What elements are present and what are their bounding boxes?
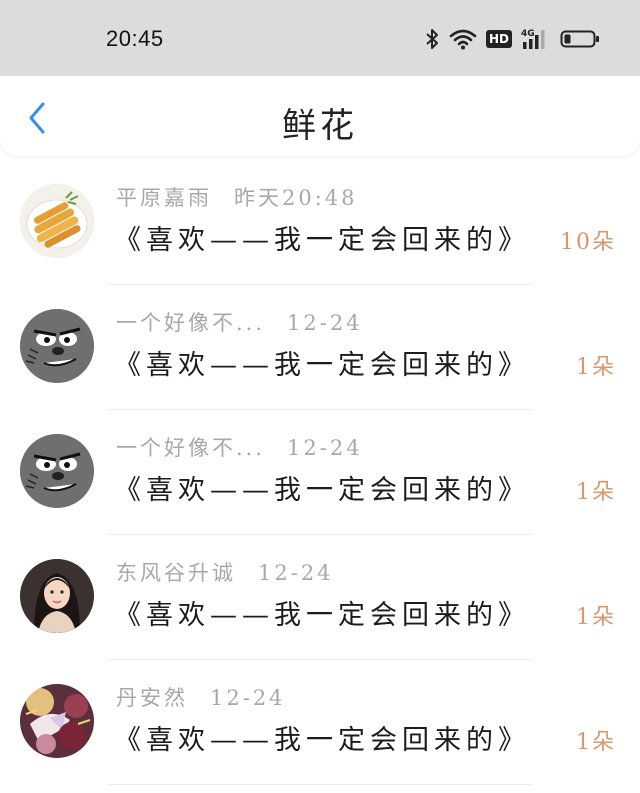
status-icons: HD 4G [424,24,600,54]
item-meta: 平原嘉雨 昨天20:48 [116,182,358,212]
list-item[interactable]: 一个好像不... 12-24 《喜欢——我一定会回来的》 1朵 [0,285,640,410]
page-title: 鲜花 [282,106,358,146]
sender-name: 一个好像不... [116,311,266,335]
sent-date: 12-24 [287,311,363,335]
message-text: 《喜欢——我一定会回来的》 [114,350,530,381]
cellular-signal-icon: 4G [521,27,551,51]
message-text: 《喜欢——我一定会回来的》 [114,600,530,631]
list-item[interactable]: 丹安然 12-24 《喜欢——我一定会回来的》 1朵 [0,660,640,785]
sent-date: 12-24 [210,686,286,710]
status-bar: 20:45 HD 4G [0,0,640,76]
flower-count: 1朵 [576,730,616,755]
battery-icon [560,29,600,49]
network-type-label: 4G [521,29,535,39]
message-text: 《喜欢——我一定会回来的》 [114,475,530,506]
item-meta: 东风谷升诚 12-24 [116,557,334,587]
list-item[interactable]: 一个好像不... 12-24 《喜欢——我一定会回来的》 1朵 [0,410,640,535]
header: 鲜花 [0,76,640,156]
sender-name: 东风谷升诚 [116,561,236,585]
hd-icon: HD [485,30,512,48]
sent-date: 昨天20:48 [234,186,358,210]
flower-list: 平原嘉雨昨天20:48 《喜欢——我一定会回来的》 10朵 一个好像不... [0,160,640,785]
cartoon-face-avatar[interactable] [20,434,94,508]
girl-photo-avatar[interactable] [20,559,94,633]
sent-date: 12-24 [258,561,334,585]
item-meta: 丹安然 12-24 [116,682,286,712]
divider [108,784,532,785]
list-item[interactable]: 平原嘉雨 昨天20:48 《喜欢——我一定会回来的》 10朵 [0,160,640,285]
flower-count: 10朵 [560,230,616,255]
message-text: 《喜欢——我一定会回来的》 [114,225,530,256]
sender-name: 平原嘉雨 [116,186,212,210]
status-time: 20:45 [106,26,164,51]
wifi-icon [449,28,477,50]
food-avatar[interactable] [20,184,94,258]
sender-name: 丹安然 [116,686,188,710]
sent-date: 12-24 [287,436,363,460]
message-text: 《喜欢——我一定会回来的》 [114,725,530,756]
list-item[interactable]: 东风谷升诚 12-24 《喜欢——我一定会回来的》 1朵 [0,535,640,660]
sender-name: 一个好像不... [116,436,266,460]
flower-count: 1朵 [576,605,616,630]
flower-count: 1朵 [576,480,616,505]
item-meta: 一个好像不... 12-24 [116,307,363,337]
flower-count: 1朵 [576,355,616,380]
item-meta: 一个好像不... 12-24 [116,432,363,462]
cartoon-face-avatar[interactable] [20,309,94,383]
anime-art-avatar[interactable] [20,684,94,758]
bluetooth-icon [424,27,440,51]
